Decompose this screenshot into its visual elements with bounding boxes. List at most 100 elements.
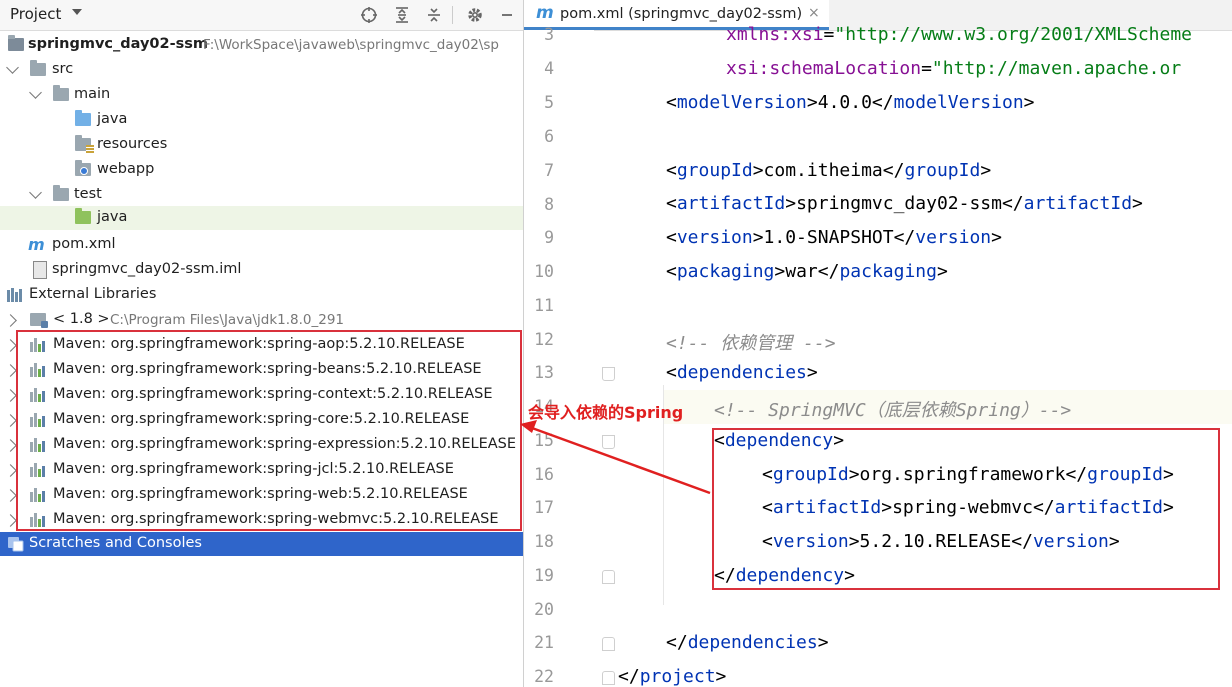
expand-arrow-icon[interactable] [4,489,17,502]
header-divider [452,6,453,24]
line-number: 8 [544,195,554,214]
expand-arrow-icon[interactable] [6,61,19,74]
line-number: 21 [534,633,554,652]
code-line-22[interactable]: </project> [618,666,726,687]
tree-item-module[interactable]: springmvc_day02-ssm F:\WorkSpace\javaweb… [0,33,523,58]
maven-libraries-highlight-box [16,330,522,531]
tree-item-src[interactable]: src [0,58,523,83]
close-icon[interactable]: × [808,5,820,21]
tree-item-scratches[interactable]: Scratches and Consoles [0,532,523,556]
code-tag: packaging [839,261,937,282]
tree-item-label: java [97,111,128,127]
expand-arrow-icon[interactable] [29,86,42,99]
tree-item-label: springmvc_day02-ssm.iml [52,261,242,277]
code-text: 4.0.0 [817,92,872,113]
tree-item-main[interactable]: main [0,83,523,108]
tree-item-pom[interactable]: m pom.xml [0,233,523,258]
code-line-7[interactable]: <groupId>com.itheima</groupId> [666,160,991,181]
resources-folder-icon [75,135,94,153]
tree-item-test-java[interactable]: java [0,206,523,230]
line-number-gutter: 3 4 5 6 7 8 9 10 11 12 13 14 15 16 17 18… [524,25,594,687]
libraries-icon [7,288,23,302]
expand-arrow-icon[interactable] [4,364,17,377]
code-line-5[interactable]: <modelVersion>4.0.0</modelVersion> [666,92,1035,113]
code-line-21[interactable]: </dependencies> [666,632,829,653]
dependency-highlight-box [712,428,1220,590]
line-number: 11 [534,296,554,315]
tree-item-resources[interactable]: resources [0,133,523,158]
expand-arrow-icon[interactable] [29,186,42,199]
tree-item-label: main [74,86,111,102]
module-label: springmvc_day02-ssm [28,36,208,52]
code-tag: version [915,227,992,248]
line-number: 6 [544,127,554,146]
expand-arrow-icon[interactable] [4,439,17,452]
code-attr: xsi:schemaLocation [726,58,922,79]
code-text: springmvc_day02-ssm [796,193,1002,214]
line-number: 20 [534,600,554,619]
code-tag: packaging [676,261,775,282]
expand-arrow-icon[interactable] [4,314,17,327]
expand-all-icon[interactable] [391,4,413,26]
fold-marker-icon[interactable] [602,435,615,449]
tree-item-external-libraries[interactable]: External Libraries [0,283,523,308]
tree-item-test[interactable]: test [0,183,523,208]
code-line-8[interactable]: <artifactId>springmvc_day02-ssm</artifac… [666,193,1143,214]
code-value: "http://maven.apache.or [931,58,1182,79]
code-tag: artifactId [1023,193,1133,214]
code-line-13[interactable]: <dependencies> [666,362,818,383]
code-line-14[interactable]: <!-- SpringMVC（底层依赖Spring）--> [714,396,1071,422]
locate-icon[interactable] [358,4,380,26]
line-number: 19 [534,566,554,585]
code-tag: modelVersion [893,92,1024,113]
tree-item-label: java [97,209,128,225]
line-number: 12 [534,330,554,349]
code-line-4[interactable]: xsi:schemaLocation="http://maven.apache.… [726,58,1181,79]
expand-arrow-icon[interactable] [4,414,17,427]
code-eq: = [823,24,835,45]
project-title[interactable]: Project [10,5,61,23]
expand-arrow-icon[interactable] [4,464,17,477]
code-text: com.itheima [763,160,883,181]
expand-arrow-icon[interactable] [4,514,17,527]
collapse-all-icon[interactable] [423,4,445,26]
project-caret-icon[interactable] [72,9,82,15]
fold-marker-icon[interactable] [602,671,615,685]
expand-arrow-icon[interactable] [4,389,17,402]
line-number: 10 [534,262,554,281]
code-line-10[interactable]: <packaging>war</packaging> [666,261,948,282]
tab-label: pom.xml (springmvc_day02-ssm) [560,6,803,22]
code-line-9[interactable]: <version>1.0-SNAPSHOT</version> [666,227,1002,248]
tree-item-label: pom.xml [52,236,116,252]
fold-marker-icon[interactable] [602,570,615,584]
fold-marker-icon[interactable] [602,367,615,381]
line-number: 18 [534,532,554,551]
expand-arrow-icon[interactable] [4,339,17,352]
tree-item-label: test [74,186,102,202]
code-line-12[interactable]: <!-- 依赖管理 --> [666,329,836,355]
maven-m-icon: m [28,235,45,254]
code-line-3[interactable]: xmlns:xsi="http://www.w3.org/2001/XMLSch… [726,24,1192,45]
tree-item-label: < 1.8 > [53,311,110,327]
web-folder-icon [75,160,91,176]
tree-item-webapp[interactable]: webapp [0,158,523,183]
minimize-icon[interactable] [496,4,518,26]
jdk-path: C:\Program Files\Java\jdk1.8.0_291 [110,312,345,328]
line-number: 13 [534,363,554,382]
code-tag: groupId [904,160,981,181]
line-number: 17 [534,498,554,517]
tree-item-iml[interactable]: springmvc_day02-ssm.iml [0,258,523,283]
gear-icon[interactable] [464,4,486,26]
code-text: 1.0-SNAPSHOT [763,227,894,248]
code-value: "http://www.w3.org/2001/XMLScheme [834,24,1193,45]
code-tag: version [676,227,753,248]
tree-item-java[interactable]: java [0,108,523,133]
tree-item-label: src [52,61,74,77]
project-tool-window: Project springmvc_day02-ssm F:\WorkSpace… [0,0,524,687]
line-number: 7 [544,161,554,180]
fold-marker-icon[interactable] [602,637,615,651]
line-number: 22 [534,667,554,686]
project-header: Project [0,0,523,31]
line-number: 15 [534,431,554,450]
code-tag: groupId [676,160,753,181]
